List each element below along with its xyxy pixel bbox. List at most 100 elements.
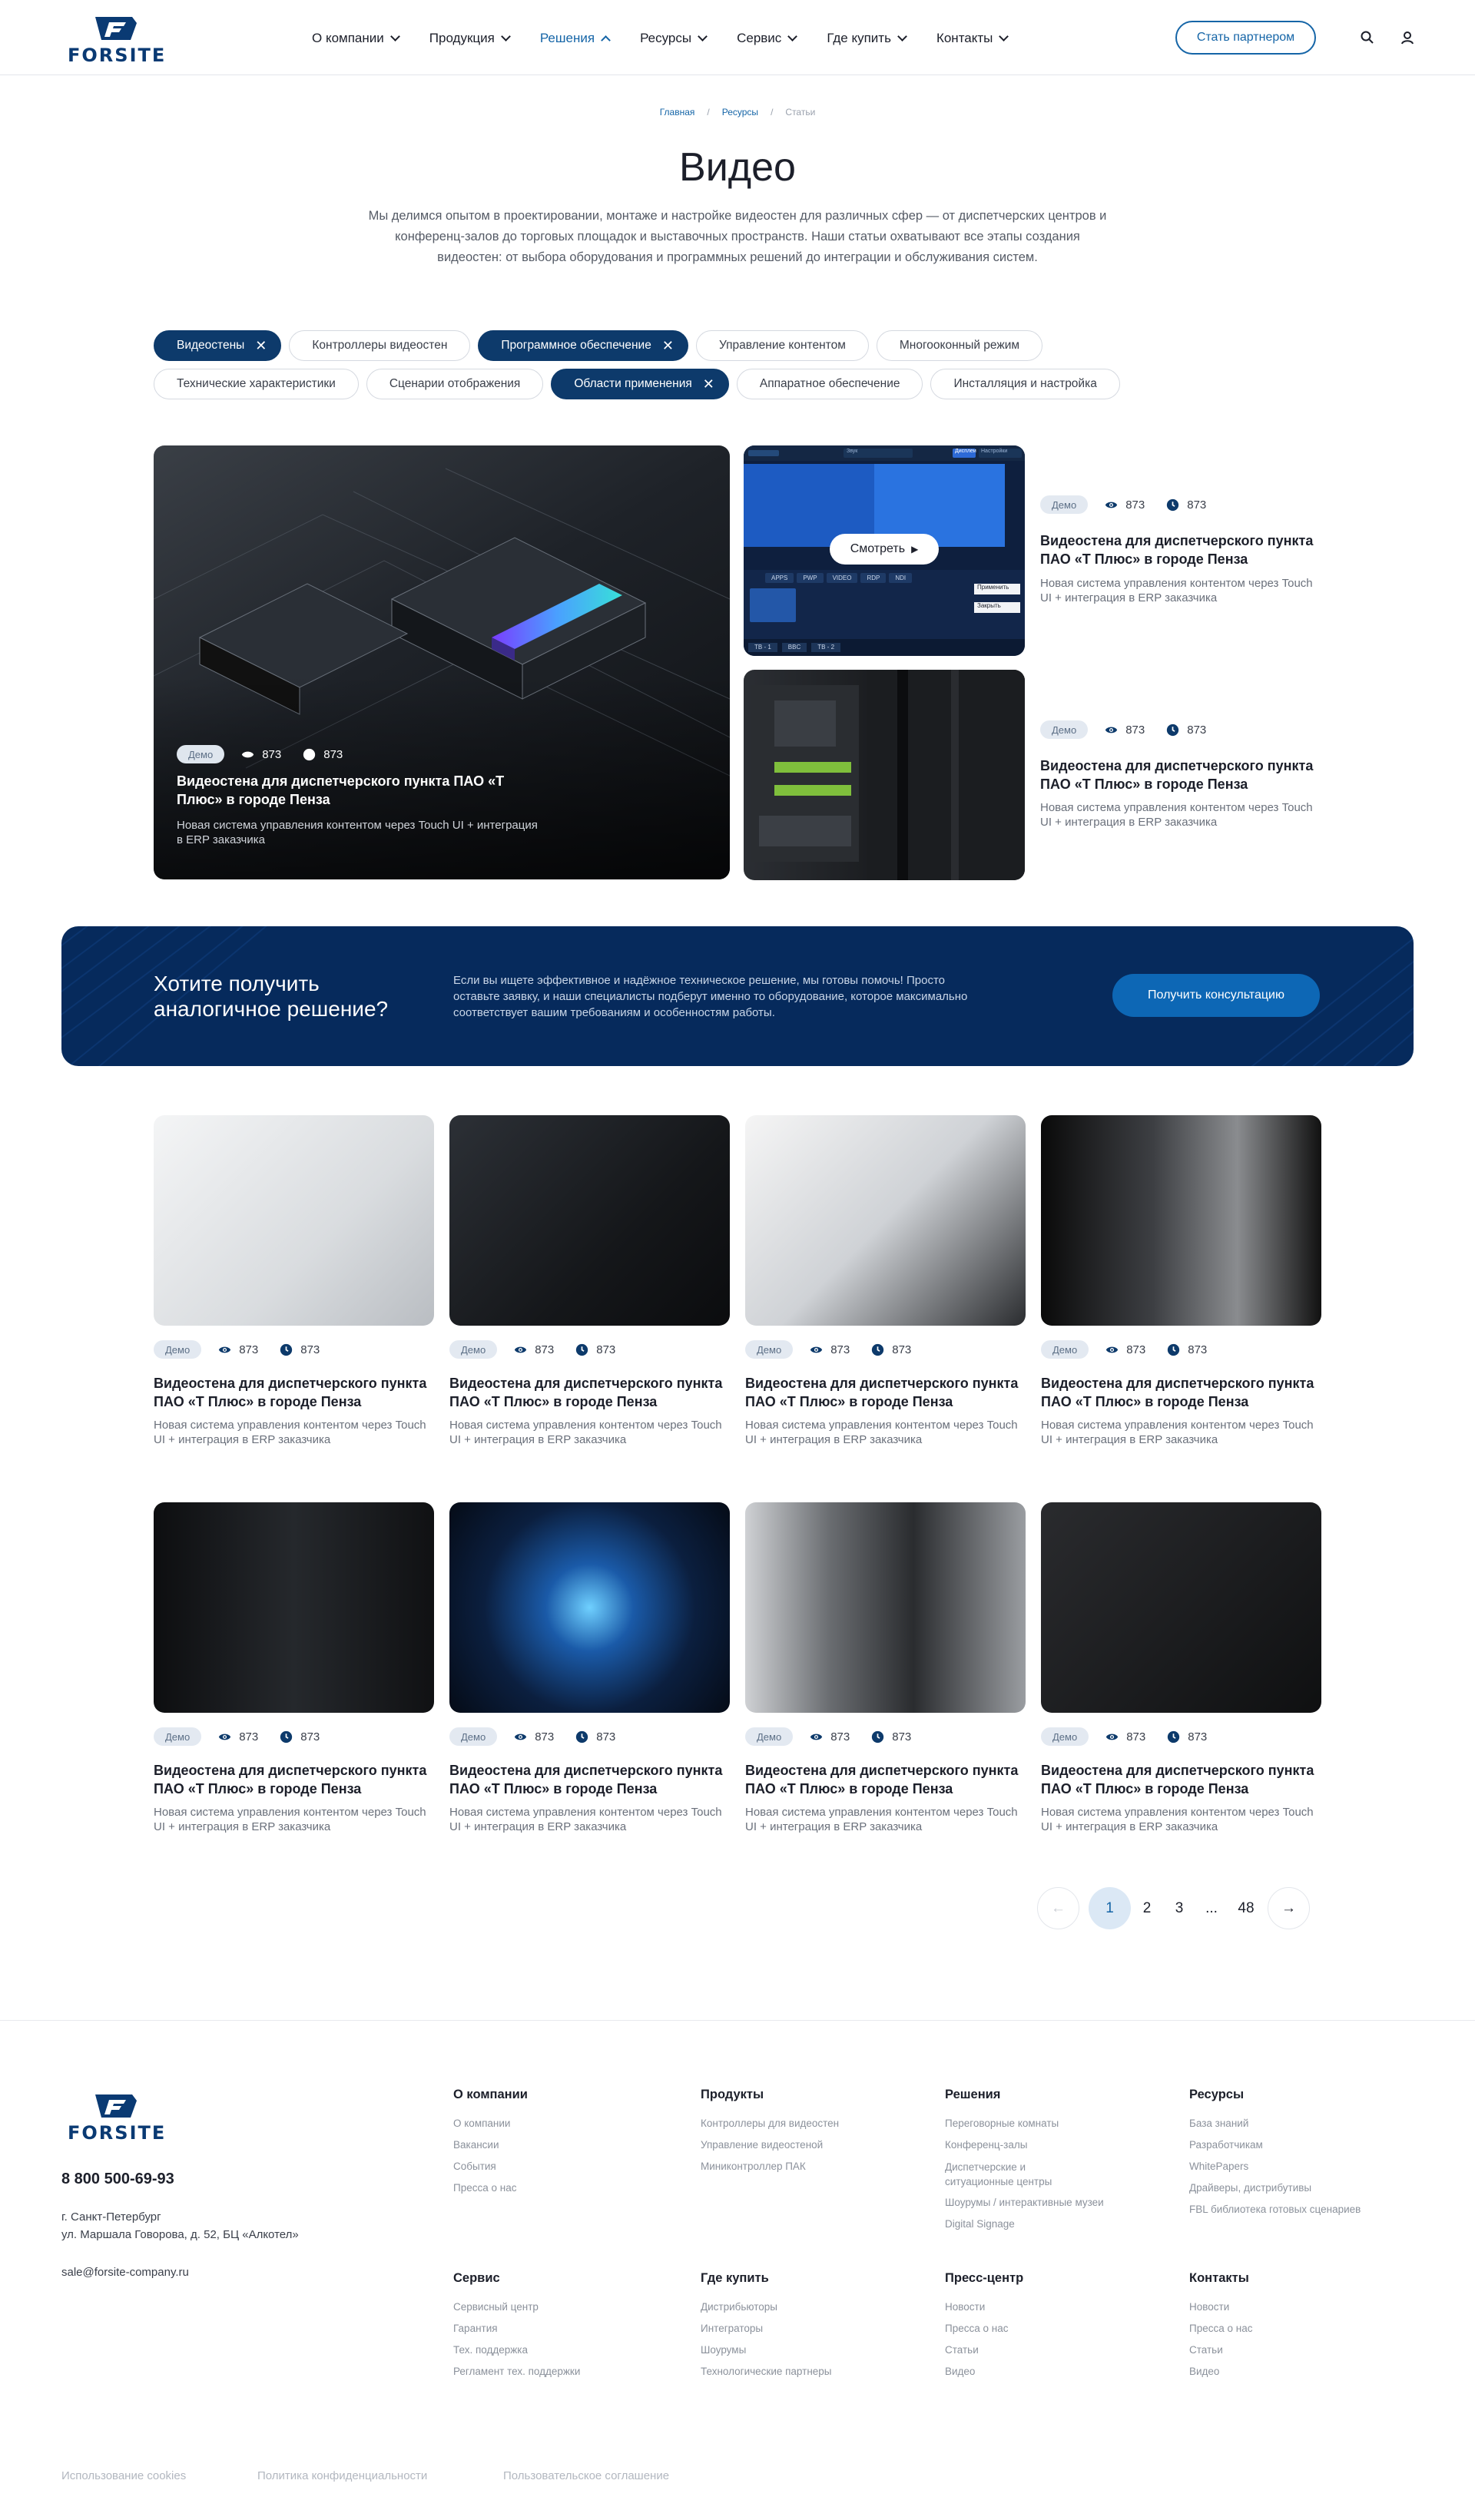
footer-link[interactable]: Пресса о нас: [453, 2177, 684, 2199]
nav-item-products[interactable]: Продукция: [429, 29, 511, 48]
nav-item-service[interactable]: Сервис: [737, 29, 798, 48]
card-title[interactable]: Видеостена для диспетчерского пункта ПАО…: [449, 1374, 730, 1411]
card-title[interactable]: Видеостена для диспетчерского пункта ПАО…: [1040, 531, 1321, 568]
next-page-button[interactable]: →: [1268, 1887, 1310, 1929]
footer-link[interactable]: Контроллеры для видеостен: [701, 2113, 931, 2134]
filter-chip-specs[interactable]: Технические характеристики: [154, 369, 359, 399]
video-card-image[interactable]: [745, 1115, 1026, 1326]
footer-privacy-link[interactable]: Политика конфиденциальности: [257, 2469, 427, 2482]
footer-link[interactable]: Видео: [945, 2361, 1175, 2383]
page-3-button[interactable]: 3: [1163, 1887, 1195, 1929]
card-title[interactable]: Видеостена для диспетчерского пункта ПАО…: [1040, 757, 1321, 793]
filter-chip-software[interactable]: Программное обеспечение ✕: [478, 330, 688, 361]
footer-link[interactable]: Пресса о нас: [1189, 2318, 1420, 2340]
prev-page-button[interactable]: ←: [1037, 1887, 1079, 1929]
nav-item-resources[interactable]: Ресурсы: [640, 29, 708, 48]
footer-link[interactable]: Регламент тех. поддержки: [453, 2361, 684, 2383]
footer-link[interactable]: FBL библиотека готовых сценариев: [1189, 2199, 1420, 2220]
footer-link[interactable]: Диспетчерские и ситуационные центры: [945, 2160, 1076, 2189]
footer-link[interactable]: Новости: [1189, 2296, 1420, 2318]
filter-chip-multiwindow[interactable]: Многооконный режим: [876, 330, 1043, 361]
nav-item-solutions[interactable]: Решения: [540, 29, 611, 48]
user-icon[interactable]: [1398, 28, 1417, 47]
views-count: 873: [830, 1343, 850, 1356]
featured-side-card-1-image[interactable]: Звук Дисплеи Настройки APPS PWP VIDEO RD…: [744, 445, 1025, 656]
page-1-button[interactable]: 1: [1089, 1887, 1131, 1929]
filter-chip-hardware[interactable]: Аппаратное обеспечение: [736, 369, 923, 399]
footer-link[interactable]: Тех. поддержка: [453, 2340, 684, 2361]
filter-chip-installation[interactable]: Инсталляция и настройка: [930, 369, 1120, 399]
footer-link[interactable]: Драйверы, дистрибутивы: [1189, 2177, 1420, 2199]
filter-chip-scenarios[interactable]: Сценарии отображения: [366, 369, 544, 399]
footer-link[interactable]: Вакансии: [453, 2134, 684, 2156]
close-icon[interactable]: ✕: [662, 339, 674, 353]
footer-link[interactable]: События: [453, 2156, 684, 2177]
footer-phone[interactable]: 8 800 500-69-93: [61, 2171, 174, 2188]
footer-link[interactable]: Разработчикам: [1189, 2134, 1420, 2156]
footer-link[interactable]: Новости: [945, 2296, 1175, 2318]
filter-chip-applications[interactable]: Области применения ✕: [551, 369, 729, 399]
footer-terms-link[interactable]: Пользовательское соглашение: [503, 2469, 669, 2482]
footer-link[interactable]: Технологические партнеры: [701, 2361, 931, 2383]
footer-link[interactable]: Миниконтроллер ПАК: [701, 2156, 931, 2177]
card-title[interactable]: Видеостена для диспетчерского пункта ПАО…: [745, 1761, 1026, 1798]
video-card-image[interactable]: [154, 1115, 434, 1326]
video-card-image[interactable]: [1041, 1502, 1321, 1713]
card-title[interactable]: Видеостена для диспетчерского пункта ПАО…: [154, 1374, 434, 1411]
nav-item-where-to-buy[interactable]: Где купить: [827, 29, 907, 48]
footer-logo[interactable]: FORSITE: [68, 2093, 167, 2144]
footer-link[interactable]: Гарантия: [453, 2318, 684, 2340]
card-title[interactable]: Видеостена для диспетчерского пункта ПАО…: [745, 1374, 1026, 1411]
card-title[interactable]: Видеостена для диспетчерского пункта ПАО…: [449, 1761, 730, 1798]
video-card-image[interactable]: [745, 1502, 1026, 1713]
featured-main-card[interactable]: Демо 873 873 Видеостена для диспетчерско…: [154, 445, 730, 879]
time-stat: 873: [303, 747, 343, 761]
footer-link[interactable]: О компании: [453, 2113, 684, 2134]
footer-link[interactable]: Digital Signage: [945, 2214, 1175, 2235]
footer-link[interactable]: Шоурумы / интерактивные музеи: [945, 2192, 1175, 2214]
nav-item-contacts[interactable]: Контакты: [936, 29, 1009, 48]
card-title[interactable]: Видеостена для диспетчерского пункта ПАО…: [177, 772, 538, 809]
close-icon[interactable]: ✕: [703, 377, 714, 391]
footer-link[interactable]: Видео: [1189, 2361, 1420, 2383]
become-partner-button[interactable]: Стать партнером: [1175, 21, 1316, 55]
breadcrumb-home[interactable]: Главная: [660, 107, 695, 118]
get-consultation-button[interactable]: Получить консультацию: [1112, 974, 1320, 1017]
search-icon[interactable]: [1358, 28, 1377, 47]
footer-link[interactable]: Управление видеостеной: [701, 2134, 931, 2156]
nav-item-company[interactable]: О компании: [312, 29, 400, 48]
breadcrumb-resources[interactable]: Ресурсы: [722, 107, 758, 118]
footer-link[interactable]: База знаний: [1189, 2113, 1420, 2134]
page-2-button[interactable]: 2: [1131, 1887, 1163, 1929]
footer-column: Пресс-центр Новости Пресса о нас Статьи Виде…: [945, 2271, 1175, 2383]
footer-link[interactable]: Сервисный центр: [453, 2296, 684, 2318]
card-title[interactable]: Видеостена для диспетчерского пункта ПАО…: [1041, 1374, 1321, 1411]
footer-link[interactable]: Статьи: [1189, 2340, 1420, 2361]
featured-side-card-2-image[interactable]: [744, 670, 1025, 880]
filter-chip-content-management[interactable]: Управление контентом: [695, 330, 869, 361]
filter-chip-videowalls[interactable]: Видеостены ✕: [154, 330, 282, 361]
demo-badge: Демо: [449, 1340, 498, 1359]
footer-cookies-link[interactable]: Использование cookies: [61, 2469, 186, 2482]
video-card-image[interactable]: [449, 1502, 730, 1713]
site-header: FORSITE О компании Продукция Решения Рес…: [0, 0, 1475, 75]
video-card-image[interactable]: [154, 1502, 434, 1713]
footer-link[interactable]: Пресса о нас: [945, 2318, 1175, 2340]
watch-video-button[interactable]: Смотреть ▶: [830, 534, 939, 565]
footer-link[interactable]: Переговорные комнаты: [945, 2113, 1175, 2134]
close-icon[interactable]: ✕: [255, 339, 267, 353]
video-card-image[interactable]: [1041, 1115, 1321, 1326]
page-48-button[interactable]: 48: [1228, 1887, 1265, 1929]
footer-link[interactable]: Статьи: [945, 2340, 1175, 2361]
footer-link[interactable]: Шоурумы: [701, 2340, 931, 2361]
forsite-logo[interactable]: FORSITE: [68, 15, 167, 66]
footer-link[interactable]: Конференц-залы: [945, 2134, 1175, 2156]
card-title[interactable]: Видеостена для диспетчерского пункта ПАО…: [154, 1761, 434, 1798]
filter-chip-controllers[interactable]: Контроллеры видеостен: [289, 330, 471, 361]
footer-email[interactable]: sale@forsite-company.ru: [61, 2266, 189, 2279]
footer-link[interactable]: Дистрибьюторы: [701, 2296, 931, 2318]
card-title[interactable]: Видеостена для диспетчерского пункта ПАО…: [1041, 1761, 1321, 1798]
footer-link[interactable]: Интеграторы: [701, 2318, 931, 2340]
video-card-image[interactable]: [449, 1115, 730, 1326]
footer-link[interactable]: WhitePapers: [1189, 2156, 1420, 2177]
